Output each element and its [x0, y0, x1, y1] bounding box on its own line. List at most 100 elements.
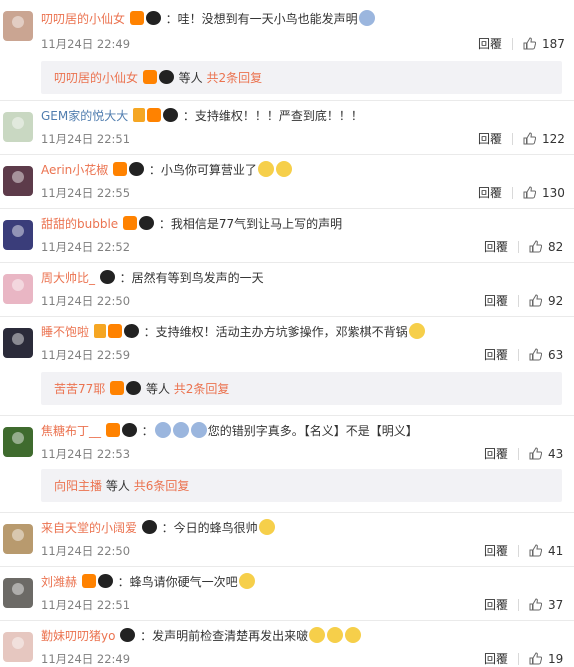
reply-button[interactable]: 回覆	[478, 37, 502, 51]
vip-badge-icon	[123, 216, 138, 230]
timestamp: 11月24日 22:49	[41, 652, 131, 666]
avatar[interactable]	[3, 274, 33, 304]
crying-emoji-icon	[257, 161, 274, 177]
reply-button[interactable]: 回覆	[484, 598, 508, 612]
divider	[518, 653, 519, 665]
like-button[interactable]: 82	[529, 240, 563, 254]
panda-badge-icon	[123, 324, 139, 338]
comment-item: 甜甜的bubble ：我相信是77气到让马上写的声明 11月24日 22:52 …	[0, 209, 574, 263]
avatar[interactable]	[3, 524, 33, 554]
thinking-emoji-icon	[258, 519, 275, 535]
like-button[interactable]: 63	[529, 348, 563, 362]
vip-badge-icon	[110, 381, 125, 395]
thumbs-up-icon	[529, 240, 542, 253]
username-link[interactable]: 刘潍赫	[41, 575, 77, 589]
avatar[interactable]	[3, 11, 33, 41]
thread-user[interactable]: 苦苦77耶	[54, 382, 105, 396]
reply-thread[interactable]: 向阳主播 等人 共6条回复	[41, 469, 562, 502]
thread-etc: 等人	[105, 479, 130, 493]
smile-emoji-icon	[408, 323, 425, 339]
thread-more-link[interactable]: 共2条回复	[207, 71, 263, 85]
laugh-emoji-icon	[327, 627, 344, 643]
divider	[518, 295, 519, 307]
timestamp: 11月24日 22:50	[41, 544, 131, 558]
username-link[interactable]: GEM家的悦大大	[41, 109, 128, 123]
vip-badge-icon	[107, 324, 122, 338]
username-link[interactable]: Aerin小花椒	[41, 163, 108, 177]
comment-item: Aerin小花椒 ：小鸟你可算营业了 11月24日 22:55 回覆 130	[0, 155, 574, 209]
reply-button[interactable]: 回覆	[484, 240, 508, 254]
timestamp: 11月24日 22:51	[41, 598, 131, 612]
verified-badge-icon	[133, 108, 146, 122]
reply-button[interactable]: 回覆	[484, 294, 508, 308]
thumbs-up-icon	[523, 186, 536, 199]
like-count: 187	[542, 37, 565, 51]
avatar[interactable]	[3, 166, 33, 196]
like-button[interactable]: 37	[529, 598, 563, 612]
like-button[interactable]: 43	[529, 447, 563, 461]
reply-button[interactable]: 回覆	[478, 132, 502, 146]
panda-badge-icon	[99, 270, 115, 284]
timestamp: 11月24日 22:51	[41, 132, 131, 146]
thumbs-up-icon	[529, 598, 542, 611]
thread-more-link[interactable]: 共6条回复	[134, 479, 190, 493]
panda-badge-icon	[139, 216, 155, 230]
reply-thread[interactable]: 叨叨居的小仙女 等人 共2条回复	[41, 61, 562, 94]
username-link[interactable]: 睡不饱啦	[41, 325, 89, 339]
avatar[interactable]	[3, 328, 33, 358]
reply-button[interactable]: 回覆	[484, 447, 508, 461]
reply-button[interactable]: 回覆	[484, 544, 508, 558]
panda-badge-icon	[145, 11, 161, 25]
comment-text-continued: 您的错别字真多。【名义】不是【明义】	[207, 424, 418, 438]
like-button[interactable]: 187	[523, 37, 565, 51]
reply-button[interactable]: 回覆	[484, 348, 508, 362]
like-button[interactable]: 122	[523, 132, 565, 146]
thread-more-link[interactable]: 共2条回复	[174, 382, 230, 396]
panda-badge-icon	[126, 381, 142, 395]
username-link[interactable]: 焦糖布丁__	[41, 424, 101, 438]
verified-badge-icon	[93, 324, 106, 338]
username-link[interactable]: 勤妹叨叨猪yo	[41, 629, 115, 643]
like-button[interactable]: 92	[529, 294, 563, 308]
reply-button[interactable]: 回覆	[484, 652, 508, 666]
vip-badge-icon	[142, 70, 157, 84]
divider	[518, 448, 519, 460]
thumbs-up-icon	[529, 652, 542, 665]
reply-thread[interactable]: 苦苦77耶 等人 共2条回复	[41, 372, 562, 405]
comment-item: 勤妹叨叨猪yo ：发声明前检查清楚再发出来啵 11月24日 22:49 回覆 1…	[0, 621, 574, 667]
reply-button[interactable]: 回覆	[478, 186, 502, 200]
panda-badge-icon	[158, 70, 174, 84]
avatar[interactable]	[3, 112, 33, 142]
thread-etc: 等人	[178, 71, 203, 85]
comment-text: ：	[141, 424, 154, 438]
divider	[512, 187, 513, 199]
comment-text: ：今日的蜂鸟很帅	[161, 521, 258, 535]
divider	[518, 599, 519, 611]
username-link[interactable]: 叨叨居的小仙女	[41, 12, 125, 26]
like-button[interactable]: 130	[523, 186, 565, 200]
username-link[interactable]: 甜甜的bubble	[41, 217, 118, 231]
thread-user[interactable]: 叨叨居的小仙女	[54, 71, 138, 85]
panda-badge-icon	[120, 628, 136, 642]
timestamp: 11月24日 22:55	[41, 186, 131, 200]
like-button[interactable]: 41	[529, 544, 563, 558]
like-count: 122	[542, 132, 565, 146]
timestamp: 11月24日 22:59	[41, 348, 131, 362]
timestamp: 11月24日 22:52	[41, 240, 131, 254]
vip-badge-icon	[147, 108, 162, 122]
username-link[interactable]: 来自天堂的小阔爱	[41, 521, 137, 535]
candle-emoji-icon	[238, 573, 255, 589]
comment-item: 刘潍赫 ：蜂鸟请你硬气一次吧 11月24日 22:51 回覆 37	[0, 567, 574, 621]
comment-item: GEM家的悦大大 ：支持维权！！！严查到底！！！ 11月24日 22:51 回覆…	[0, 101, 574, 155]
thread-user[interactable]: 向阳主播	[54, 479, 102, 493]
like-count: 37	[548, 598, 564, 612]
comment-item: 来自天堂的小阔爱 ：今日的蜂鸟很帅 11月24日 22:50 回覆 41	[0, 513, 574, 567]
username-link[interactable]: 周大帅比_	[41, 271, 95, 285]
avatar[interactable]	[3, 578, 33, 608]
avatar[interactable]	[3, 427, 33, 457]
avatar[interactable]	[3, 220, 33, 250]
thumbs-up-icon	[523, 132, 536, 145]
thumbs-up-icon	[529, 544, 542, 557]
like-button[interactable]: 19	[529, 652, 563, 666]
like-count: 43	[548, 447, 564, 461]
